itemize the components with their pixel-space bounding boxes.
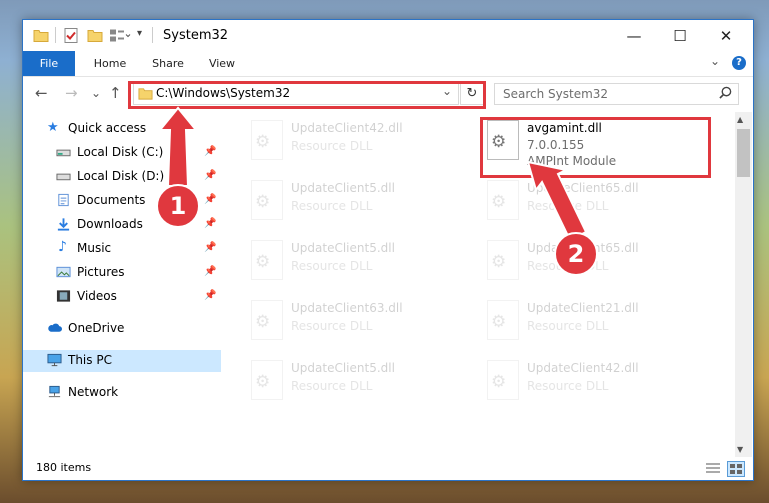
- scroll-down-icon[interactable]: ▼: [737, 445, 743, 454]
- star-icon: ★: [47, 120, 59, 135]
- downloads-icon: [57, 218, 70, 231]
- tab-file[interactable]: File: [23, 51, 75, 76]
- network-icon: [48, 385, 61, 398]
- pin-icon[interactable]: 📌: [204, 218, 216, 229]
- dll-file-icon: ⚙: [251, 180, 283, 220]
- file-highlight: [480, 117, 711, 178]
- sidebar-item-local-disk-c[interactable]: Local Disk (C:) 📌: [23, 142, 221, 164]
- sidebar-item-this-pc[interactable]: This PC: [23, 350, 221, 372]
- customize-toolbar-icon[interactable]: ▾: [137, 28, 142, 39]
- dll-file-icon: ⚙: [487, 360, 519, 400]
- sidebar-item-local-disk-d[interactable]: Local Disk (D:) 📌: [23, 166, 221, 188]
- cloud-icon: [48, 323, 62, 332]
- pin-icon[interactable]: 📌: [204, 170, 216, 181]
- recent-locations-button[interactable]: ⌄: [91, 86, 101, 100]
- sidebar-item-onedrive[interactable]: OneDrive: [23, 318, 221, 340]
- dll-file-icon: ⚙: [251, 240, 283, 280]
- search-input[interactable]: [495, 84, 721, 104]
- drive-icon: [56, 173, 71, 181]
- tab-share[interactable]: Share: [143, 51, 193, 76]
- list-item[interactable]: ⚙ UpdateClient5.dll Resource DLL: [221, 236, 451, 286]
- dll-file-icon: ⚙: [251, 360, 283, 400]
- up-button[interactable]: ↑: [109, 84, 122, 102]
- list-item[interactable]: ⚙ UpdateClient5.dll Resource DLL: [221, 176, 451, 226]
- scroll-up-icon[interactable]: ▲: [737, 115, 743, 124]
- list-item[interactable]: ⚙ UpdateClient42.dll Resource DLL: [457, 356, 687, 406]
- forward-button[interactable]: →: [65, 84, 78, 102]
- annotation-badge-2: 2: [554, 232, 598, 276]
- pictures-icon: [56, 266, 71, 278]
- dll-file-icon: ⚙: [251, 120, 283, 160]
- videos-icon: [56, 290, 71, 302]
- back-button[interactable]: ←: [35, 84, 48, 102]
- list-item[interactable]: ⚙ UpdateClient21.dll Resource DLL: [457, 296, 687, 346]
- search-box[interactable]: [494, 83, 739, 105]
- folder-icon: [33, 30, 49, 42]
- dll-file-icon: ⚙: [487, 180, 519, 220]
- pin-icon[interactable]: 📌: [204, 146, 216, 157]
- window-title: System32: [163, 28, 229, 43]
- tab-home[interactable]: Home: [85, 51, 135, 76]
- view-options-icon[interactable]: [109, 27, 131, 44]
- pin-icon[interactable]: 📌: [204, 290, 216, 301]
- address-bar-highlight: [128, 81, 486, 109]
- documents-icon: [58, 193, 69, 207]
- annotation-badge-1: 1: [156, 184, 200, 228]
- scroll-thumb[interactable]: [737, 129, 750, 177]
- dll-file-icon: ⚙: [487, 300, 519, 340]
- maximize-button[interactable]: ☐: [657, 20, 703, 51]
- dll-file-icon: ⚙: [487, 240, 519, 280]
- details-view-icon[interactable]: [705, 462, 721, 474]
- ribbon-collapse-icon[interactable]: ⌄: [710, 54, 720, 68]
- music-icon: ♪: [58, 239, 67, 255]
- item-count: 180 items: [36, 461, 92, 474]
- sidebar-item-videos[interactable]: Videos 📌: [23, 286, 221, 308]
- search-icon[interactable]: [719, 86, 732, 99]
- list-item[interactable]: ⚙ UpdateClient63.dll Resource DLL: [221, 296, 451, 346]
- list-item[interactable]: ⚙ UpdateClient42.dll Resource DLL: [221, 116, 451, 166]
- sidebar-item-pictures[interactable]: Pictures 📌: [23, 262, 221, 284]
- minimize-button[interactable]: —: [611, 20, 657, 51]
- status-bar: 180 items: [23, 457, 753, 480]
- ribbon: File Home Share View ⌄ ?: [23, 51, 753, 77]
- list-item[interactable]: ⚙ UpdateClient5.dll Resource DLL: [221, 356, 451, 406]
- large-icons-view-icon[interactable]: [727, 461, 745, 477]
- close-button[interactable]: ✕: [703, 20, 749, 51]
- vertical-scrollbar[interactable]: ▲ ▼: [735, 112, 752, 457]
- pin-icon[interactable]: 📌: [204, 266, 216, 277]
- pin-icon[interactable]: 📌: [204, 242, 216, 253]
- computer-icon: [47, 353, 62, 367]
- properties-icon[interactable]: [63, 27, 79, 44]
- list-item[interactable]: ⚙ UpdateClient65.dll Resource DLL: [457, 176, 687, 226]
- tab-view[interactable]: View: [199, 51, 245, 76]
- sidebar-item-quick-access[interactable]: ★ Quick access: [23, 118, 221, 140]
- explorer-window: ▾ System32 — ☐ ✕ File Home Share View ⌄ …: [22, 19, 754, 481]
- help-icon[interactable]: ?: [732, 56, 746, 70]
- navigation-pane: ★ Quick access Local Disk (C:) 📌 Local D…: [23, 112, 221, 457]
- sidebar-item-network[interactable]: Network: [23, 382, 221, 404]
- pin-icon[interactable]: 📌: [204, 194, 216, 205]
- sidebar-item-music[interactable]: ♪ Music 📌: [23, 238, 221, 260]
- drive-icon: [56, 149, 71, 157]
- dll-file-icon: ⚙: [251, 300, 283, 340]
- new-folder-icon[interactable]: [87, 27, 103, 44]
- title-bar: ▾ System32 — ☐ ✕: [23, 20, 753, 51]
